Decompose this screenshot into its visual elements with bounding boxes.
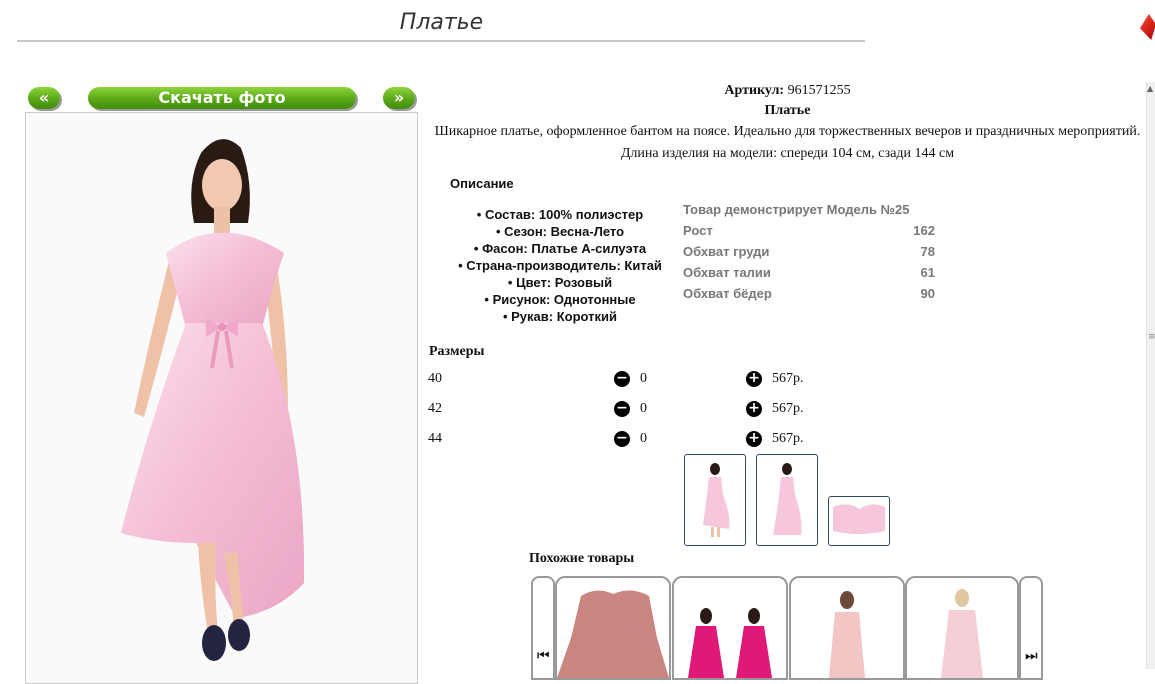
skip-back-icon: ⏮ [537,648,550,664]
description-heading: Описание [450,176,514,191]
quantity-value: 0 [640,431,647,446]
photo-thumbnail[interactable] [756,454,818,546]
similar-product-image [829,591,865,678]
similar-product-image [557,590,669,678]
thumbnail-back-image [773,463,802,535]
model-row-label: Обхват талии [683,265,771,280]
photo-thumbnail[interactable] [684,454,746,546]
model-row-value: 162 [913,223,935,238]
similar-products-heading: Похожие товары [529,551,635,566]
attribute-item: Сезон: Весна-Лето [440,223,680,240]
vertical-scrollbar[interactable] [1146,82,1155,669]
thumbnail-detail-image [833,504,885,534]
attribute-item: Рукав: Короткий [440,308,680,325]
model-row-value: 61 [920,265,935,280]
product-description: Шикарное платье, оформленное бантом на п… [434,124,1141,161]
size-label: 44 [428,431,442,446]
close-icon[interactable] [1140,14,1155,40]
photo-thumbnail[interactable] [828,496,890,546]
attribute-item: Фасон: Платье А-силуэта [440,240,680,257]
minus-circle-icon[interactable]: − [614,431,630,447]
size-row: 44 − 0 + 567р. [428,431,828,453]
carousel-prev-button[interactable]: ⏮ [531,576,555,680]
minus-circle-icon[interactable]: − [614,371,630,387]
title-divider [17,40,865,42]
plus-circle-icon[interactable]: + [746,401,762,417]
similar-product-image [941,589,983,678]
attribute-list: Состав: 100% полиэстер Сезон: Весна-Лето… [440,206,680,325]
model-row-label: Рост [683,223,713,238]
skip-forward-icon: ⏭ [1025,648,1038,664]
carousel-next-button[interactable]: ⏭ [1019,576,1043,680]
price-value: 567р. [772,401,804,416]
size-label: 40 [428,371,442,386]
sku-line: Артикул: 961571255 [420,83,1155,99]
prev-photo-button[interactable]: « [28,87,60,109]
page-title: Платье [399,10,484,35]
plus-circle-icon[interactable]: + [746,431,762,447]
attribute-item: Состав: 100% полиэстер [440,206,680,223]
sizes-heading: Размеры [429,344,485,359]
quantity-value: 0 [640,401,647,416]
plus-circle-icon[interactable]: + [746,371,762,387]
similar-product-card[interactable] [905,576,1019,680]
price-value: 567р. [772,431,804,446]
model-row-label: Обхват бёдер [683,286,772,301]
price-value: 567р. [772,371,804,386]
model-row: Обхват бёдер 90 [683,283,935,304]
sku-value: 961571255 [787,83,851,98]
download-photo-button[interactable]: Скачать фото [88,87,356,109]
similar-product-card[interactable] [672,576,788,680]
scroll-grip-icon[interactable]: ≡ [1148,332,1155,342]
quantity-value: 0 [640,371,647,386]
model-row-value: 90 [920,286,935,301]
model-measurements: Товар демонстрирует Модель №25 Рост 162 … [683,199,935,304]
attribute-item: Цвет: Розовый [440,274,680,291]
model-title: Товар демонстрирует Модель №25 [683,202,910,217]
scroll-up-icon[interactable]: ▲ [1147,84,1155,93]
thumbnail-front-image [703,463,730,537]
next-photo-button[interactable]: » [383,87,415,109]
sku-label: Артикул: [724,83,785,98]
similar-product-card[interactable] [789,576,905,680]
main-product-photo[interactable] [25,112,418,684]
minus-circle-icon[interactable]: − [614,401,630,417]
model-row: Рост 162 [683,220,935,241]
similar-product-card[interactable] [555,576,671,680]
product-name: Платье [764,103,811,118]
dress-model-image [26,113,417,683]
model-row-label: Обхват груди [683,244,770,259]
attribute-item: Страна-производитель: Китай [440,257,680,274]
size-label: 42 [428,401,442,416]
model-row: Обхват талии 61 [683,262,935,283]
model-row: Обхват груди 78 [683,241,935,262]
similar-product-image [688,608,772,678]
size-row: 40 − 0 + 567р. [428,371,828,393]
model-row-value: 78 [920,244,935,259]
attribute-item: Рисунок: Однотонные [440,291,680,308]
size-row: 42 − 0 + 567р. [428,401,828,423]
